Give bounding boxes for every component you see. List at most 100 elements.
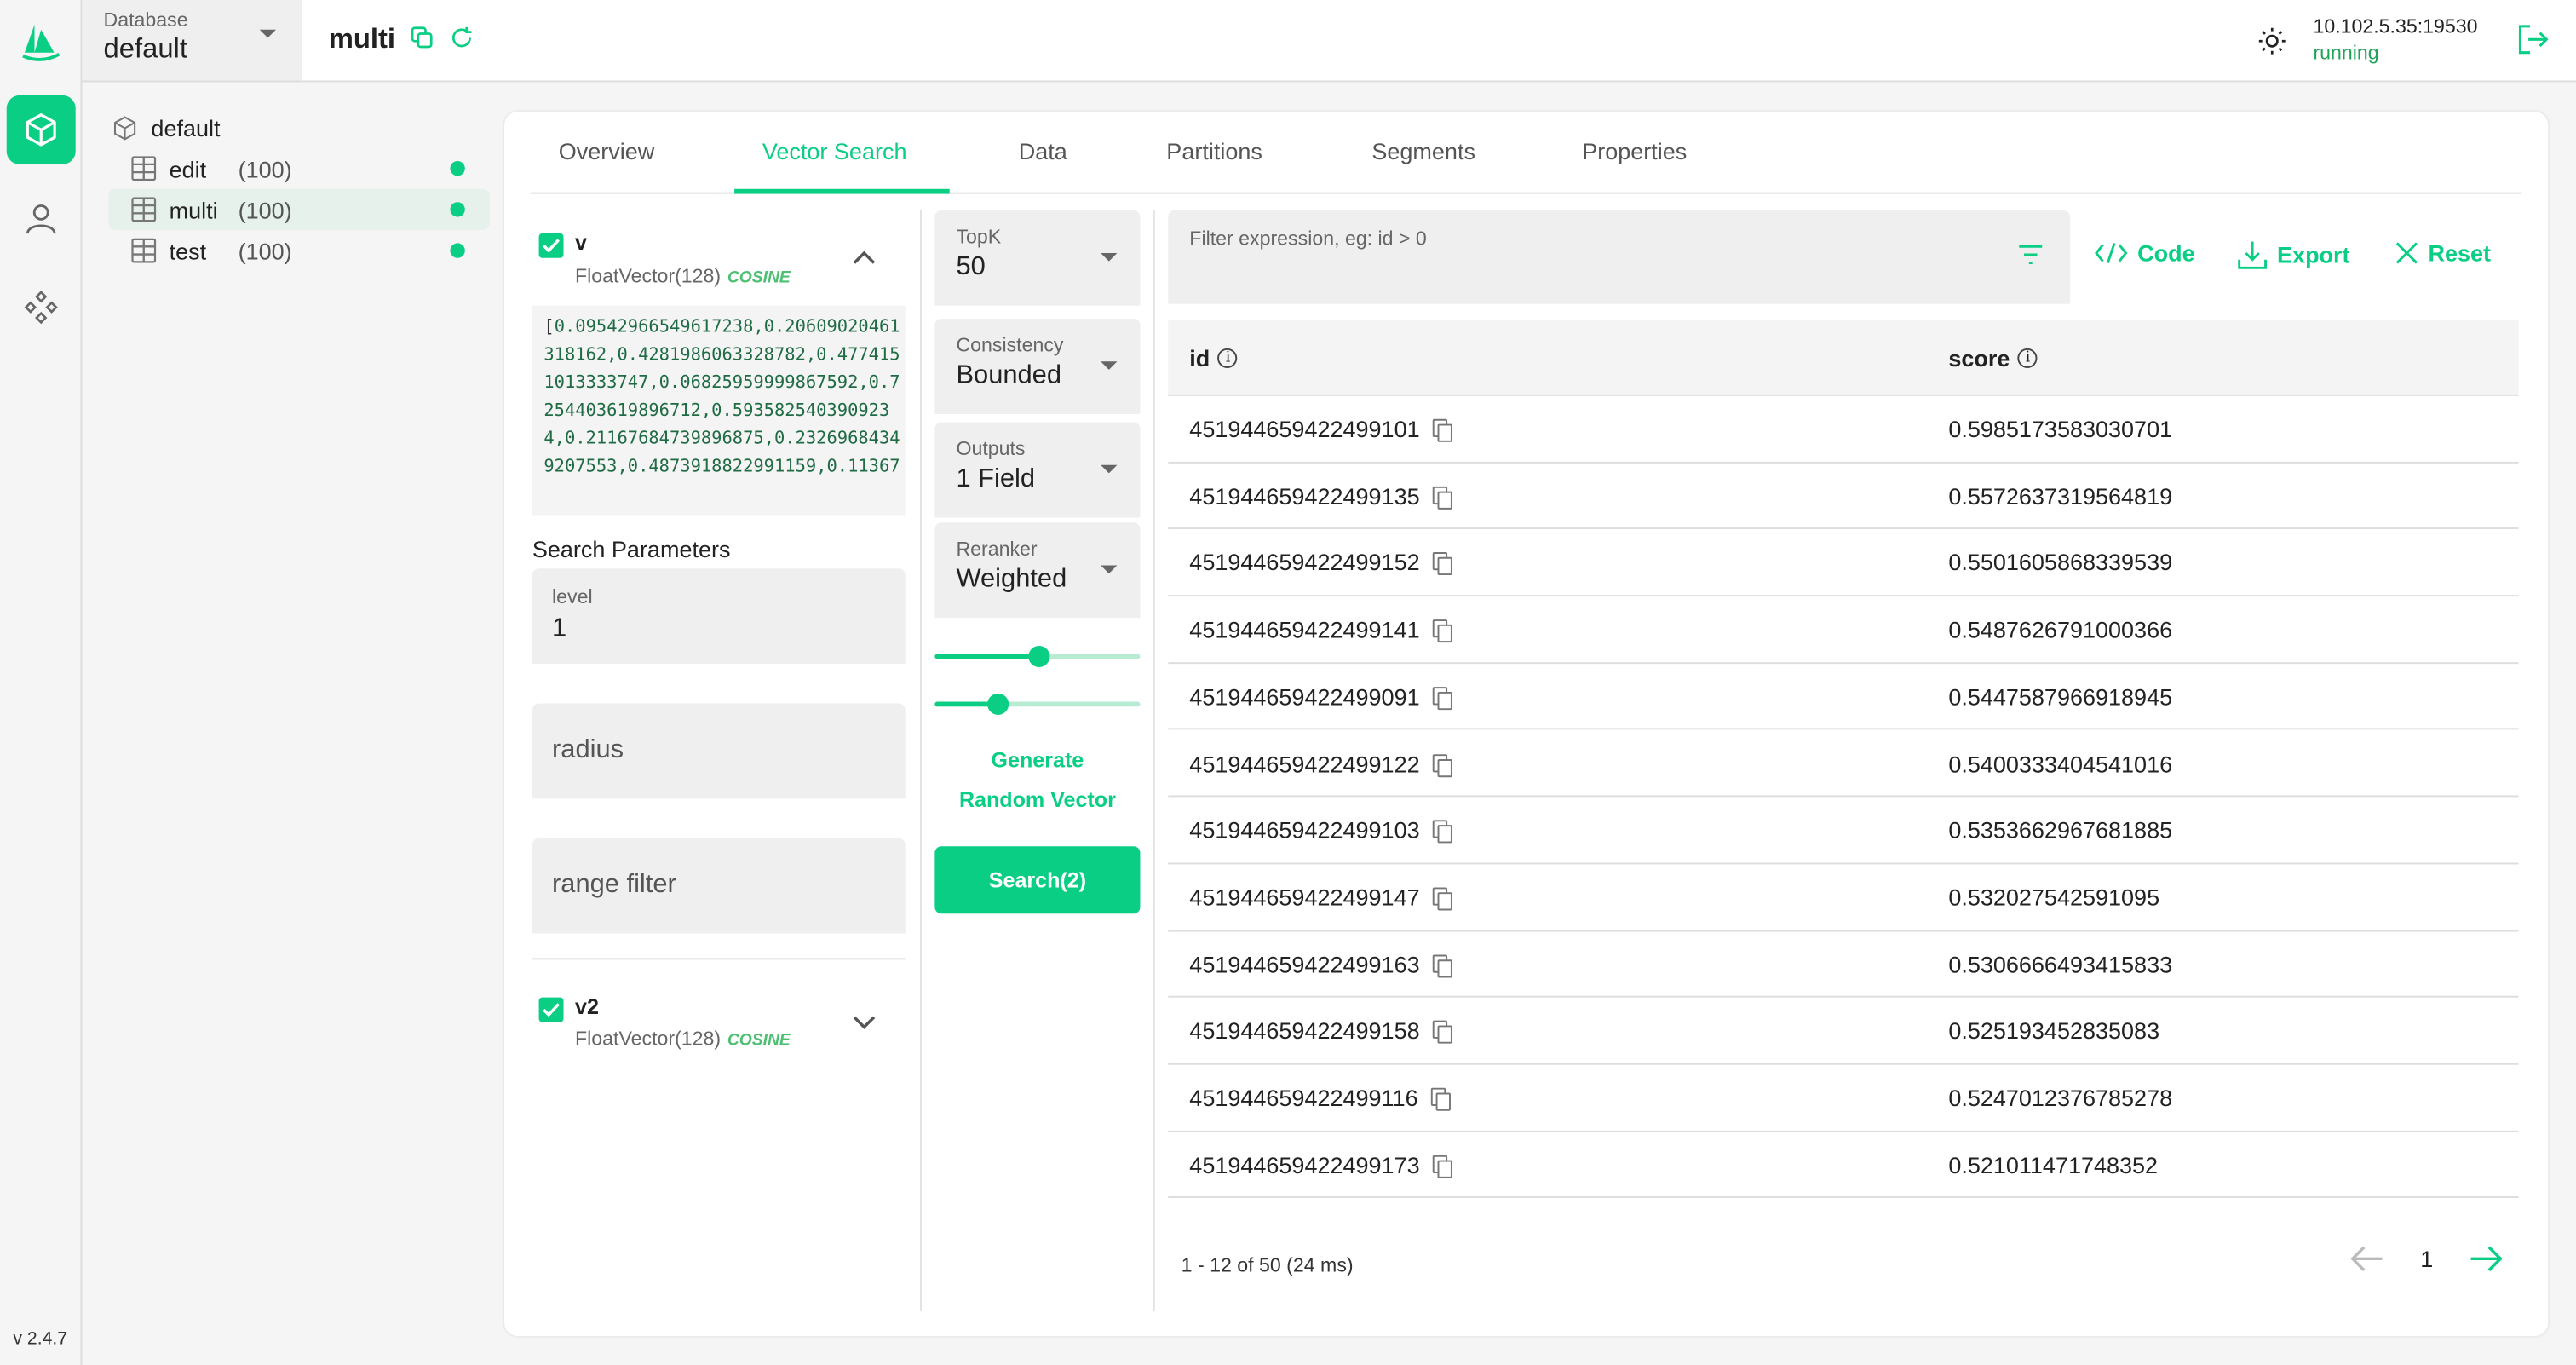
info-icon[interactable]: i [1217, 348, 1239, 369]
copy-icon[interactable] [411, 26, 434, 49]
table-row: 451944659422499158 0.525193452835083 [1168, 998, 2519, 1065]
column-id-label: id [1189, 345, 1210, 371]
database-label: Database [103, 8, 188, 32]
server-address: 10.102.5.35:19530 [2313, 14, 2478, 38]
topk-select[interactable]: TopK 50 [934, 210, 1141, 306]
copy-icon[interactable] [1433, 887, 1453, 911]
arrow-left-icon[interactable] [2351, 1246, 2384, 1272]
chevron-down-icon [1101, 464, 1118, 474]
current-page[interactable]: 1 [2420, 1246, 2433, 1272]
logout-icon[interactable] [2517, 23, 2550, 56]
table-icon [131, 197, 157, 222]
copy-icon[interactable] [1433, 953, 1453, 977]
chevron-up-icon[interactable] [853, 250, 876, 264]
vector-fields-panel: v FloatVector(128) COSINE [0.095429665496… [532, 210, 906, 1050]
search-button[interactable]: Search(2) [934, 846, 1141, 914]
tab-vector-search[interactable]: Vector Search [762, 138, 907, 164]
copy-icon[interactable] [1433, 1155, 1453, 1178]
outputs-select[interactable]: Outputs 1 Field [934, 422, 1141, 518]
column-header-id[interactable]: id i [1189, 345, 1239, 371]
tree-collection-edit[interactable]: edit (100) [108, 148, 489, 189]
tree-collection-multi[interactable]: multi (100) [108, 188, 490, 231]
copy-icon[interactable] [1433, 820, 1453, 844]
left-rail: v 2.4.7 [0, 0, 83, 1365]
tab-data[interactable]: Data [1019, 138, 1067, 164]
cell-score: 0.5247012376785278 [1948, 1084, 2173, 1111]
copy-icon[interactable] [1431, 1087, 1452, 1111]
reranker-label: Reranker [956, 537, 1038, 561]
id-value: 451944659422499141 [1189, 616, 1420, 643]
vector-input[interactable]: [0.09542966549617238,0.20609020461318162… [532, 305, 906, 516]
tab-properties[interactable]: Properties [1582, 138, 1687, 164]
copy-icon[interactable] [1433, 1021, 1453, 1045]
id-value: 451944659422499135 [1189, 482, 1420, 510]
level-input[interactable]: level 1 [532, 568, 906, 665]
copy-icon[interactable] [1433, 418, 1453, 442]
weight-slider-v[interactable] [934, 645, 1141, 668]
copy-icon[interactable] [1433, 753, 1453, 777]
collection-name: test [169, 237, 207, 264]
radius-placeholder: radius [552, 736, 624, 764]
copy-icon[interactable] [1433, 686, 1453, 710]
range-filter-input[interactable]: range filter [532, 838, 906, 934]
slider-thumb[interactable] [1027, 645, 1049, 668]
vector-field-v: v FloatVector(128) COSINE [532, 210, 906, 296]
reranker-select[interactable]: Reranker Weighted [934, 522, 1141, 619]
filter-icon[interactable] [2017, 243, 2044, 266]
copy-icon[interactable] [1433, 486, 1453, 510]
id-value: 451944659422499158 [1189, 1017, 1420, 1045]
reset-button[interactable]: Reset [2395, 240, 2491, 266]
collection-name: multi [169, 196, 218, 223]
table-row: 451944659422499173 0.521011471748352 [1168, 1132, 2519, 1199]
loaded-status-dot [450, 243, 465, 258]
consistency-select[interactable]: Consistency Bounded [934, 319, 1141, 415]
range-filter-placeholder: range filter [552, 871, 676, 899]
cell-score: 0.5501605868339539 [1948, 549, 2173, 576]
field-v2-checkbox[interactable] [538, 997, 564, 1022]
chevron-down-icon[interactable] [853, 1016, 876, 1030]
nav-users[interactable] [7, 184, 76, 253]
id-value: 451944659422499122 [1189, 750, 1420, 777]
results-table-header: id i score i [1168, 320, 2519, 396]
nav-system[interactable] [7, 273, 76, 342]
collection-name: edit [169, 155, 207, 182]
tab-partitions[interactable]: Partitions [1166, 138, 1262, 164]
consistency-label: Consistency [956, 333, 1064, 357]
generate-random-vector-button[interactable]: Generate Random Vector [934, 741, 1140, 821]
cell-id: 451944659422499122 [1189, 750, 1453, 777]
field-v-type: FloatVector(128) COSINE [575, 265, 791, 288]
database-selector[interactable]: Database default [82, 0, 302, 83]
tree-database[interactable]: default [108, 108, 489, 147]
arrow-right-icon[interactable] [2470, 1246, 2503, 1272]
weight-slider-v2[interactable] [934, 693, 1141, 715]
slider-thumb[interactable] [986, 693, 1009, 715]
code-button[interactable]: Code [2095, 240, 2195, 266]
topk-label: TopK [956, 225, 1002, 249]
column-header-score[interactable]: score i [1948, 345, 2038, 371]
tab-overview[interactable]: Overview [559, 138, 655, 164]
check-icon [543, 239, 560, 253]
refresh-icon[interactable] [450, 26, 473, 49]
copy-icon[interactable] [1433, 552, 1453, 576]
radius-input[interactable]: radius [532, 703, 906, 799]
collection-count: (100) [238, 155, 292, 182]
nav-databases[interactable] [6, 95, 76, 164]
vector-field-v2: v2 FloatVector(128) COSINE [532, 976, 906, 1062]
theme-sun-icon[interactable] [2257, 26, 2287, 56]
tab-segments[interactable]: Segments [1371, 138, 1475, 164]
chevron-down-icon [259, 29, 277, 38]
collection-count: (100) [238, 196, 292, 223]
cell-id: 451944659422499135 [1189, 482, 1453, 510]
export-button[interactable]: Export [2238, 240, 2350, 270]
tree-collection-test[interactable]: test (100) [108, 230, 489, 271]
cell-score: 0.5400333404541016 [1948, 750, 2173, 777]
filter-expression-input[interactable]: Filter expression, eg: id > 0 [1168, 210, 2071, 304]
field-divider [532, 958, 906, 960]
id-value: 451944659422499147 [1189, 884, 1420, 911]
field-v-checkbox[interactable] [538, 233, 564, 258]
id-value: 451944659422499152 [1189, 549, 1420, 576]
collection-count: (100) [238, 237, 292, 264]
field-v-name: v [575, 230, 587, 255]
info-icon[interactable]: i [2018, 348, 2038, 369]
copy-icon[interactable] [1433, 619, 1453, 643]
